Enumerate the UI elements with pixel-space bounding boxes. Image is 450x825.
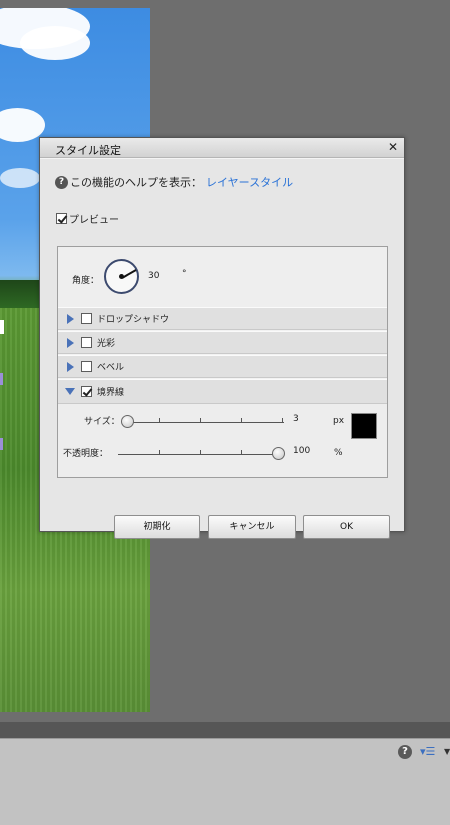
glow-checkbox[interactable]: [81, 337, 92, 348]
slider-tick: [282, 418, 283, 422]
stroke-color-swatch[interactable]: [351, 413, 377, 439]
selection-marker: [0, 438, 3, 450]
panel-menu-icon[interactable]: ▾☰: [420, 744, 440, 760]
dialog-title: スタイル設定: [55, 144, 121, 157]
selection-handle[interactable]: [0, 320, 4, 334]
preview-label: プレビュー: [69, 215, 119, 226]
preview-checkbox[interactable]: [56, 213, 67, 224]
ok-button[interactable]: OK: [303, 515, 390, 539]
section-glow[interactable]: 光彩: [58, 331, 387, 354]
section-label: 境界線: [97, 388, 125, 398]
help-line: ? この機能のヘルプを表示： レイヤースタイル: [55, 174, 293, 190]
opacity-unit: %: [334, 448, 343, 458]
collapse-arrow-icon[interactable]: [65, 388, 75, 395]
section-bevel[interactable]: ベベル: [58, 355, 387, 378]
help-icon: ?: [55, 175, 68, 189]
expand-arrow-icon[interactable]: [67, 361, 74, 372]
angle-row: 角度： 30 °: [58, 247, 387, 307]
bevel-checkbox[interactable]: [81, 361, 92, 372]
section-drop-shadow[interactable]: ドロップシャドウ: [58, 307, 387, 330]
drop-shadow-checkbox[interactable]: [81, 313, 92, 324]
preview-toggle[interactable]: プレビュー: [56, 211, 119, 226]
opacity-slider-track[interactable]: [118, 454, 284, 455]
cloud: [0, 168, 40, 188]
style-panel: 角度： 30 ° ドロップシャドウ 光彩 ベベル 境界線 サイズ： 3 px 不…: [57, 246, 388, 478]
selection-marker: [0, 373, 3, 385]
reset-button[interactable]: 初期化: [114, 515, 200, 539]
angle-value-field[interactable]: 30: [148, 271, 159, 281]
stroke-checkbox[interactable]: [81, 386, 92, 397]
canvas-scroll-strip: [0, 722, 450, 738]
dialog-titlebar[interactable]: スタイル設定 ✕: [40, 138, 404, 158]
close-icon[interactable]: ✕: [386, 140, 400, 154]
slider-tick: [241, 450, 242, 454]
slider-tick: [241, 418, 242, 422]
opacity-label: 不透明度：: [63, 449, 109, 459]
section-label: ベベル: [97, 363, 125, 373]
bottom-panel: [0, 738, 450, 825]
size-slider-track[interactable]: [122, 422, 284, 423]
slider-tick: [200, 450, 201, 454]
dialog-body: ? この機能のヘルプを表示： レイヤースタイル プレビュー 角度： 30 ° ド…: [40, 158, 404, 539]
angle-dial[interactable]: [104, 259, 139, 294]
size-label: サイズ：: [84, 417, 120, 427]
slider-tick: [200, 418, 201, 422]
help-link[interactable]: レイヤースタイル: [206, 174, 293, 190]
opacity-slider-handle[interactable]: [272, 447, 285, 460]
cloud: [20, 26, 90, 60]
cancel-button[interactable]: キャンセル: [208, 515, 296, 539]
angle-label: 角度：: [72, 276, 100, 286]
section-label: 光彩: [97, 339, 116, 349]
section-stroke[interactable]: 境界線: [58, 379, 387, 404]
help-icon[interactable]: ?: [398, 745, 412, 759]
slider-tick: [159, 418, 160, 422]
angle-dial-center: [119, 274, 124, 279]
help-text: この機能のヘルプを表示：: [70, 176, 202, 189]
angle-unit: °: [182, 269, 187, 279]
chevron-down-icon[interactable]: ▼: [444, 744, 450, 760]
size-slider-handle[interactable]: [121, 415, 134, 428]
stroke-settings: サイズ： 3 px 不透明度： 100 %: [58, 404, 387, 477]
section-label: ドロップシャドウ: [97, 315, 170, 325]
expand-arrow-icon[interactable]: [67, 313, 74, 324]
size-value-field[interactable]: 3: [293, 414, 299, 424]
style-settings-dialog: スタイル設定 ✕ ? この機能のヘルプを表示： レイヤースタイル プレビュー 角…: [39, 137, 405, 539]
size-unit: px: [333, 416, 345, 426]
opacity-value-field[interactable]: 100: [293, 446, 310, 456]
expand-arrow-icon[interactable]: [67, 337, 74, 348]
slider-tick: [159, 450, 160, 454]
